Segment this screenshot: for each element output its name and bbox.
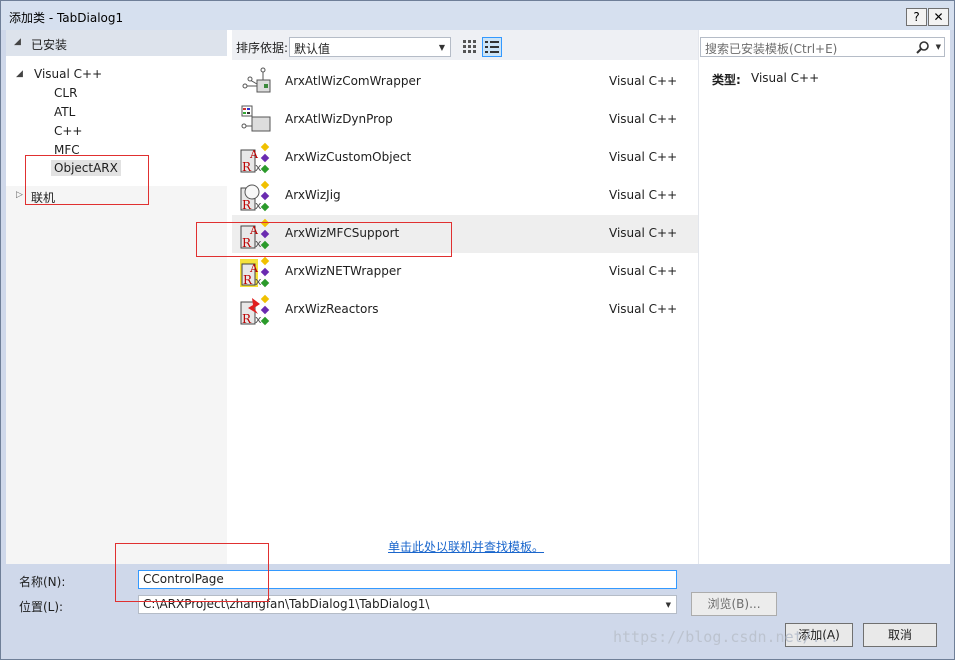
search-icon[interactable] <box>916 40 930 54</box>
title-bar[interactable]: 添加类 - TabDialog1 ? ✕ <box>1 1 954 30</box>
collapsed-triangle-icon: ▷ <box>16 190 23 200</box>
annotation-box-mfcsupport <box>196 222 452 257</box>
com-wrapper-icon <box>240 66 272 98</box>
template-language: Visual C++ <box>609 302 678 316</box>
details-pane: 搜索已安装模板(Ctrl+E) ▼ 类型: Visual C++ <box>698 30 950 564</box>
template-language: Visual C++ <box>609 188 678 202</box>
list-item[interactable]: R x ArxWizJig Visual C++ <box>232 177 698 215</box>
type-label: 类型: <box>712 73 741 87</box>
list-item[interactable]: A R x ArxWizCustomObject Visual C++ <box>232 139 698 177</box>
tree-item-visual-cpp[interactable]: Visual C++ <box>34 67 102 81</box>
template-language: Visual C++ <box>609 264 678 278</box>
arx-jig-icon: R x <box>240 180 272 212</box>
dialog-body: ◢ 已安装 ◢ Visual C++ CLR ATL C++ MFC Objec… <box>6 30 950 564</box>
template-language: Visual C++ <box>609 112 678 126</box>
tree-item-cpp[interactable]: C++ <box>54 124 83 138</box>
annotation-box-name <box>115 543 269 602</box>
template-language: Visual C++ <box>609 150 678 164</box>
template-language: Visual C++ <box>609 74 678 88</box>
cancel-button[interactable]: 取消 <box>863 623 937 647</box>
template-name: ArxAtlWizDynProp <box>285 112 393 126</box>
window-title: 添加类 - TabDialog1 <box>9 11 124 25</box>
installed-header[interactable]: ◢ 已安装 <box>6 30 227 56</box>
online-templates-link[interactable]: 单击此处以联机并查找模板。 <box>388 538 544 555</box>
watermark-text: https://blog.csdn.net/... <box>613 628 839 646</box>
svg-text:x: x <box>255 275 262 288</box>
list-item[interactable]: ArxAtlWizComWrapper Visual C++ <box>232 63 698 101</box>
sort-value: 默认值 <box>294 42 331 56</box>
arx-ribbon-icon: A R x <box>240 142 272 174</box>
list-item[interactable]: A R x ArxWizNETWrapper Visual C++ <box>232 253 698 291</box>
arx-net-icon: A R x <box>240 256 272 288</box>
search-input[interactable]: 搜索已安装模板(Ctrl+E) ▼ <box>700 37 945 57</box>
list-view-icon[interactable] <box>482 37 502 57</box>
location-label: 位置(L): <box>19 600 64 614</box>
sort-label: 排序依据: <box>236 41 289 55</box>
search-dropdown-arrow-icon[interactable]: ▼ <box>936 43 941 51</box>
dropdown-arrow-icon[interactable]: ▼ <box>666 601 671 609</box>
name-label: 名称(N): <box>19 575 66 589</box>
svg-text:x: x <box>255 313 262 326</box>
list-item[interactable]: R x ArxWizReactors Visual C++ <box>232 291 698 329</box>
expanded-triangle-icon[interactable]: ◢ <box>16 69 23 79</box>
template-name: ArxWizJig <box>285 188 341 202</box>
help-button[interactable]: ? <box>906 8 927 26</box>
svg-text:R: R <box>243 273 253 287</box>
installed-label: 已安装 <box>31 38 68 52</box>
template-tree-pane: ◢ 已安装 ◢ Visual C++ CLR ATL C++ MFC Objec… <box>6 30 227 564</box>
type-value: Visual C++ <box>751 71 820 85</box>
arx-reactor-icon: R x <box>240 294 272 326</box>
svg-text:R: R <box>242 160 252 174</box>
browse-button[interactable]: 浏览(B)... <box>691 592 777 616</box>
sort-dropdown[interactable]: 默认值 ▼ <box>289 37 451 57</box>
svg-text:x: x <box>255 199 262 212</box>
list-item[interactable]: ArxAtlWizDynProp Visual C++ <box>232 101 698 139</box>
template-name: ArxWizCustomObject <box>285 150 412 164</box>
close-button[interactable]: ✕ <box>928 8 949 26</box>
svg-text:R: R <box>242 198 252 212</box>
template-name: ArxWizNETWrapper <box>285 264 402 278</box>
annotation-box-objectarx <box>25 155 149 205</box>
svg-text:R: R <box>242 312 252 326</box>
template-list-pane: 排序依据: 默认值 ▼ ArxAtlWizComWrapper Visual C… <box>232 30 698 564</box>
expanded-triangle-icon: ◢ <box>14 37 21 47</box>
dropdown-arrow-icon: ▼ <box>438 43 445 52</box>
svg-text:x: x <box>255 161 262 174</box>
template-name: ArxAtlWizComWrapper <box>285 74 421 88</box>
tree-item-clr[interactable]: CLR <box>54 86 77 100</box>
dynprop-icon <box>240 104 272 136</box>
grid-view-icon[interactable] <box>460 37 478 55</box>
tree-item-atl[interactable]: ATL <box>54 105 75 119</box>
template-language: Visual C++ <box>609 226 678 240</box>
sort-toolbar: 排序依据: 默认值 ▼ <box>232 30 698 60</box>
template-name: ArxWizReactors <box>285 302 379 316</box>
search-placeholder: 搜索已安装模板(Ctrl+E) <box>705 42 838 56</box>
